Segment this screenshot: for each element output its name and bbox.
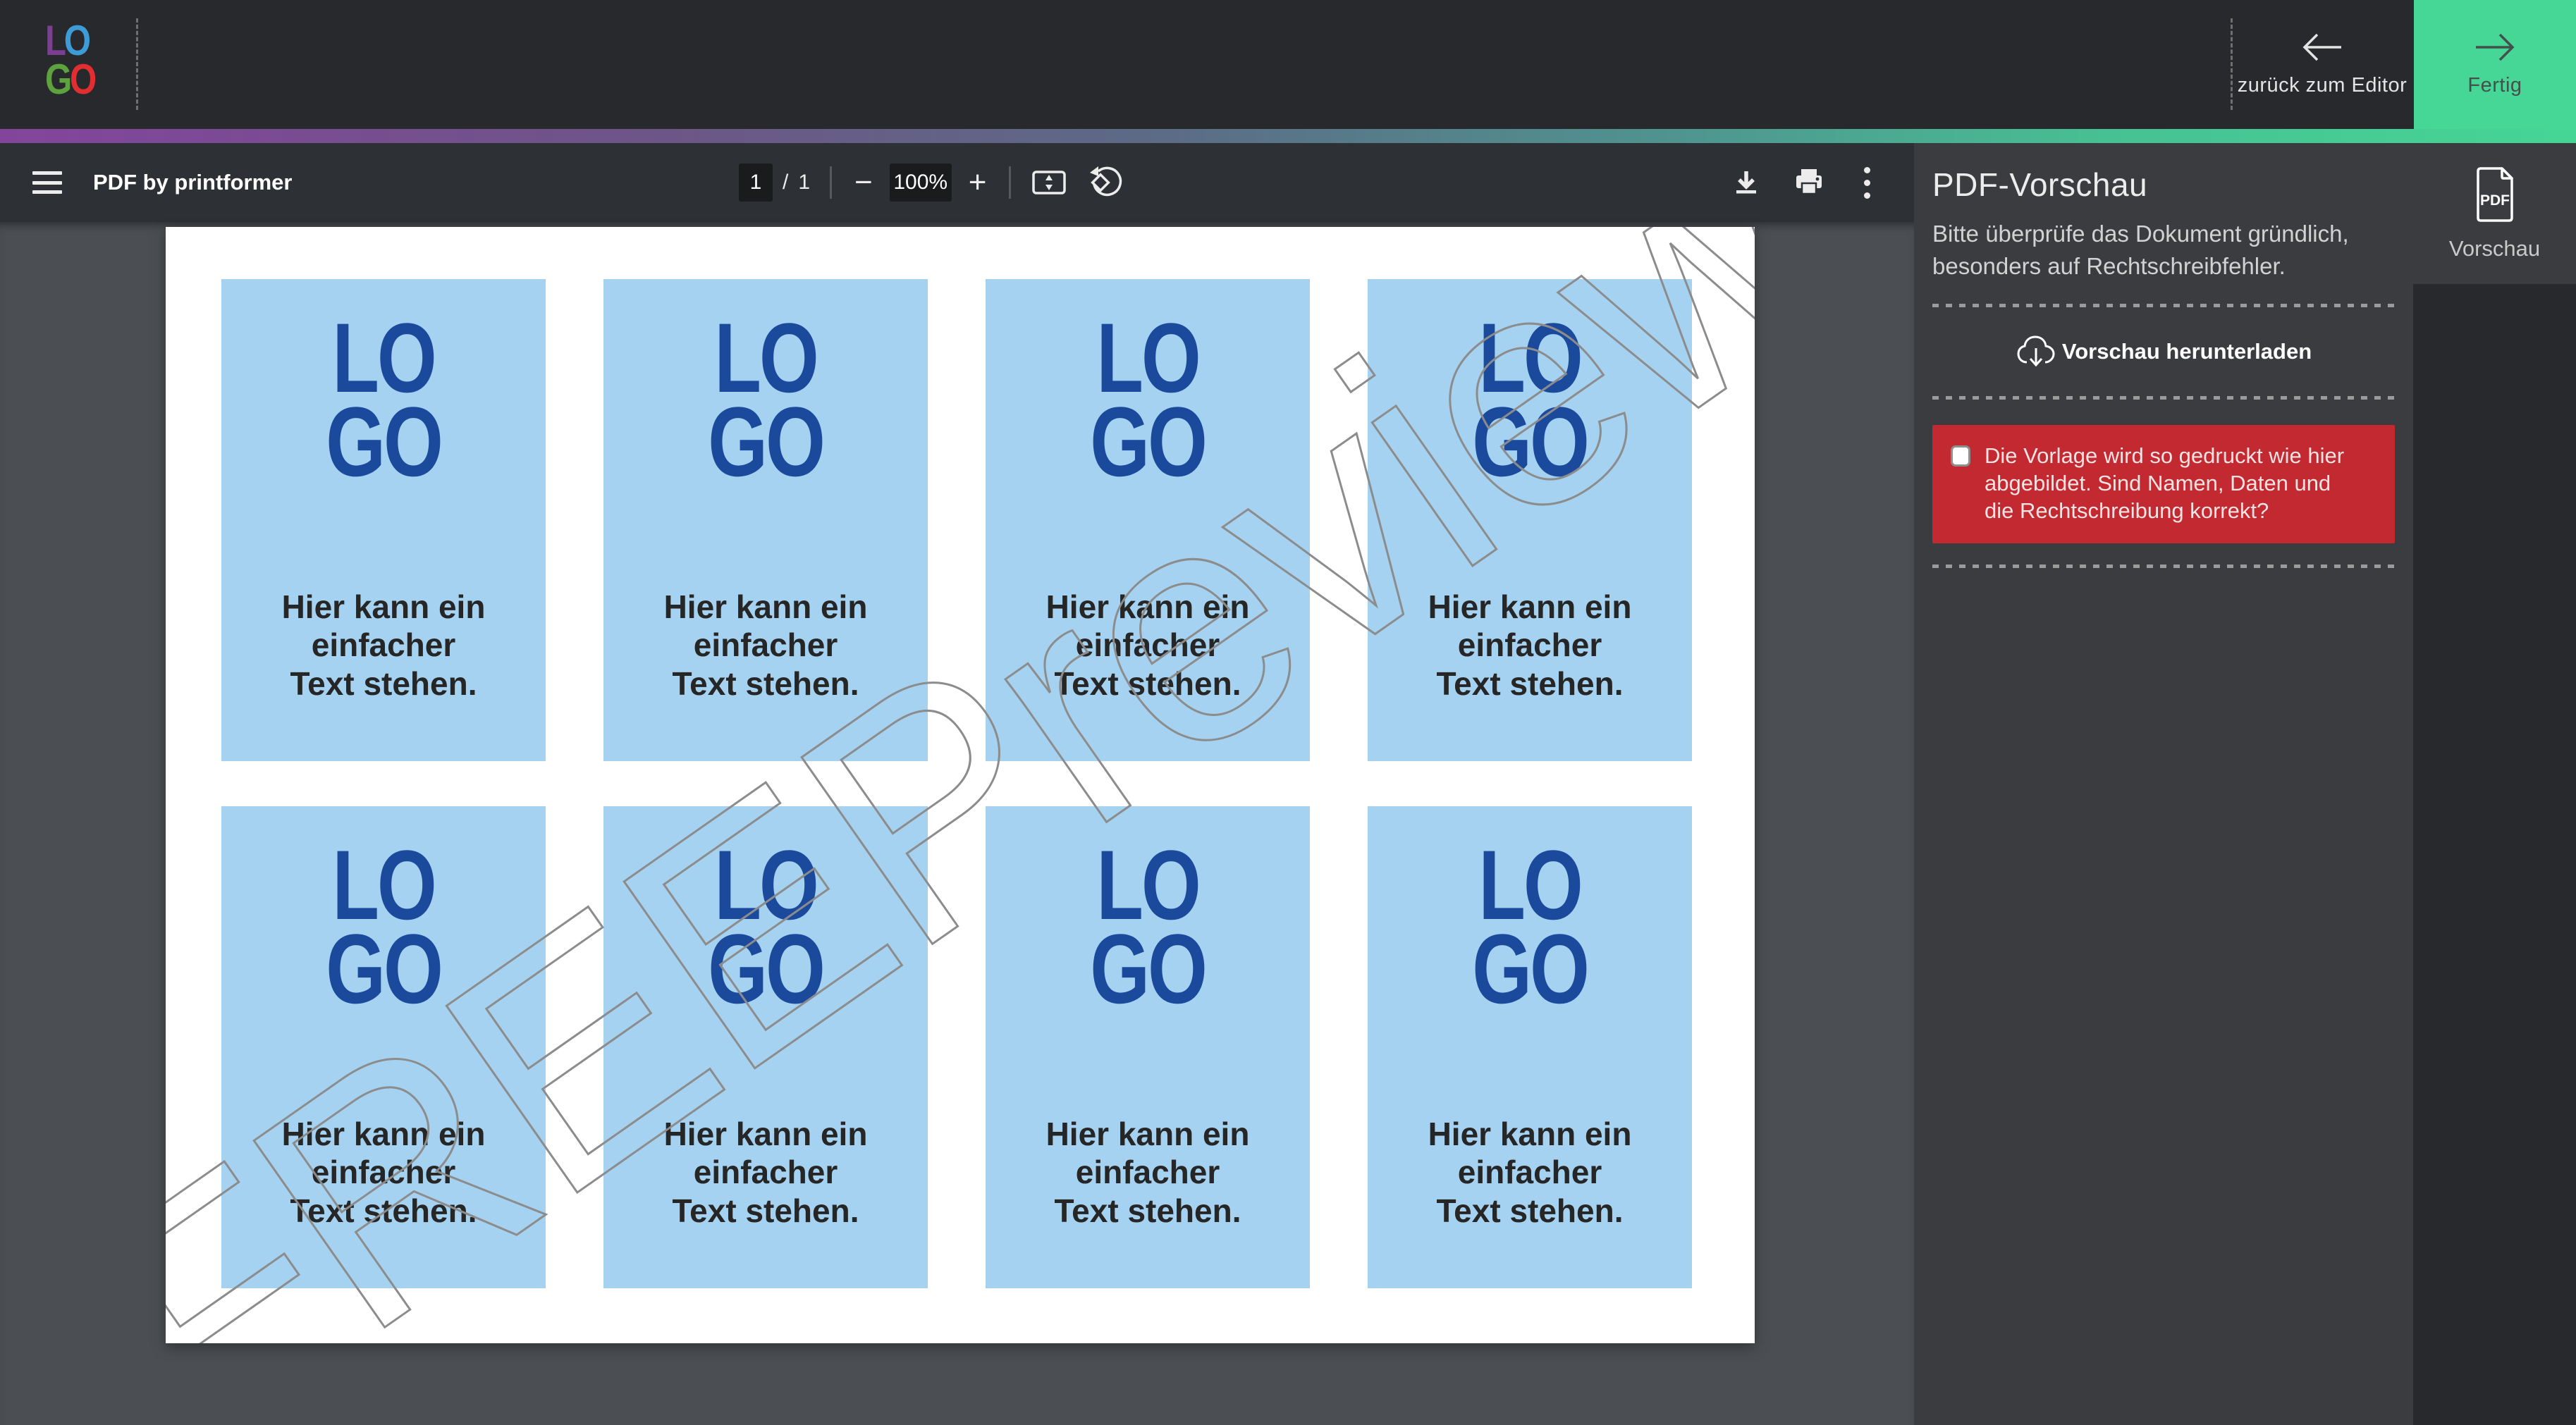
dotted-separator xyxy=(1932,565,2395,568)
card-text: Hier kann eineinfacherText stehen. xyxy=(221,588,546,703)
brand-logo-letter: G xyxy=(45,56,70,103)
fit-page-icon[interactable] xyxy=(1031,167,1067,198)
card-text: Hier kann eineinfacherText stehen. xyxy=(1368,1115,1692,1230)
card-text: Hier kann eineinfacherText stehen. xyxy=(986,1115,1310,1230)
brand-logo: LOGO xyxy=(45,21,94,99)
right-tab-strip: PDF Vorschau xyxy=(2413,143,2576,1425)
top-bar: LOGO zurück zum Editor Fertig xyxy=(0,0,2576,129)
zoom-in-button[interactable]: + xyxy=(966,167,990,198)
forward-arrow-icon xyxy=(2473,32,2517,63)
toolbar-actions xyxy=(1731,143,1877,222)
brand-logo-letter: O xyxy=(70,56,94,103)
page-zoom-controls: 1 / 1 − 100% + xyxy=(739,143,1122,222)
print-card: LOGO Hier kann eineinfacherText stehen. xyxy=(221,279,546,761)
warning-text: Die Vorlage wird so gedruckt wie hier ab… xyxy=(1985,442,2351,524)
page-number-input[interactable]: 1 xyxy=(739,164,773,202)
print-confirmation-warning: Die Vorlage wird so gedruckt wie hier ab… xyxy=(1932,425,2395,543)
page-total: 1 xyxy=(798,171,810,195)
svg-text:PDF: PDF xyxy=(2480,192,2510,209)
download-preview-label: Vorschau herunterladen xyxy=(2062,339,2312,364)
finish-button[interactable]: Fertig xyxy=(2414,0,2576,129)
confirmation-checkbox[interactable] xyxy=(1951,445,1970,467)
rotate-icon[interactable] xyxy=(1088,166,1122,199)
hamburger-menu-icon[interactable] xyxy=(32,168,62,197)
panel-title: PDF-Vorschau xyxy=(1932,166,2395,204)
divider xyxy=(136,18,138,110)
card-logo: LOGO xyxy=(1404,843,1657,1011)
pdf-page: LOGO Hier kann eineinfacherText stehen. … xyxy=(166,227,1755,1343)
toolbar-separator xyxy=(1009,166,1011,199)
overflow-menu-icon[interactable] xyxy=(1857,166,1877,200)
print-icon[interactable] xyxy=(1793,168,1824,197)
zoom-level: 100% xyxy=(890,164,952,202)
pdf-file-icon: PDF xyxy=(2472,166,2517,223)
pdf-viewer-area: LOGO Hier kann eineinfacherText stehen. … xyxy=(0,222,1914,1425)
back-arrow-icon xyxy=(2300,32,2344,63)
finish-label: Fertig xyxy=(2467,74,2522,97)
zoom-out-button[interactable]: − xyxy=(852,167,876,198)
pdf-toolbar: PDF by printformer 1 / 1 − 100% + xyxy=(0,143,1914,222)
tab-vorschau[interactable]: PDF Vorschau xyxy=(2413,143,2576,284)
download-icon[interactable] xyxy=(1731,168,1761,197)
pdf-preview-panel: PDF-Vorschau Bitte überprüfe das Dokumen… xyxy=(1914,143,2413,1425)
back-to-editor-button[interactable]: zurück zum Editor xyxy=(2231,0,2414,129)
card-logo: LOGO xyxy=(639,316,893,483)
panel-subtitle: Bitte überprüfe das Dokument gründlich, … xyxy=(1932,218,2391,283)
tab-vorschau-label: Vorschau xyxy=(2449,236,2540,261)
toolbar-separator xyxy=(830,166,832,199)
dotted-separator xyxy=(1932,304,2395,307)
print-card: LOGO Hier kann eineinfacherText stehen. xyxy=(1368,806,1692,1288)
page-divider: / xyxy=(783,171,788,195)
dotted-separator xyxy=(1932,396,2395,400)
gradient-bar xyxy=(0,129,2576,143)
pdf-viewer-title: PDF by printformer xyxy=(93,143,292,222)
card-logo: LOGO xyxy=(257,316,510,483)
download-preview-link[interactable]: Vorschau herunterladen xyxy=(1932,334,2395,369)
back-to-editor-label: zurück zum Editor xyxy=(2238,74,2408,97)
app-window: LOGO zurück zum Editor Fertig PDF by pri… xyxy=(0,0,2576,1425)
cloud-download-icon xyxy=(2016,334,2056,369)
